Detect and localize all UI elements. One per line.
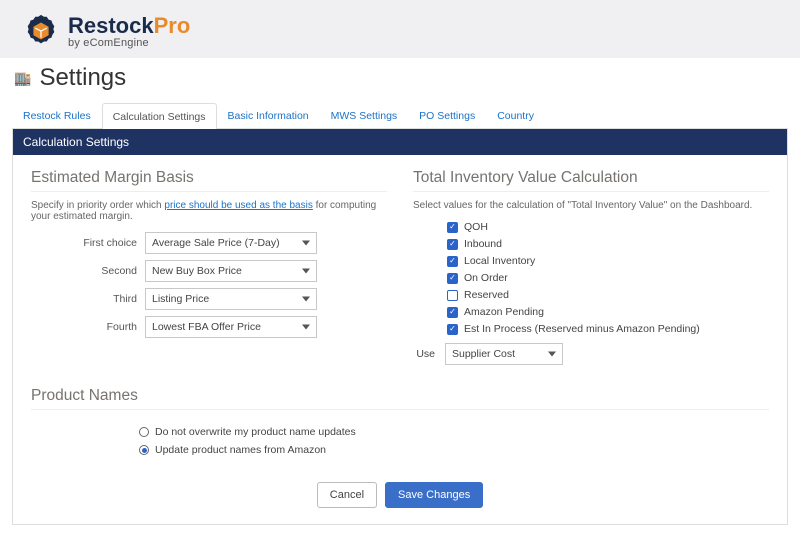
margin-help-link[interactable]: price should be used as the basis	[164, 200, 312, 211]
margin-label-2: Third	[31, 293, 137, 305]
tab-basic-information[interactable]: Basic Information	[217, 102, 320, 128]
margin-label-0: First choice	[31, 237, 137, 249]
page-title: Settings	[39, 64, 126, 92]
margin-select-3[interactable]: Lowest FBA Offer Price	[145, 316, 317, 338]
tab-country[interactable]: Country	[486, 102, 545, 128]
product-names-section: Product Names Do not overwrite my produc…	[31, 387, 769, 456]
cancel-button[interactable]: Cancel	[317, 482, 377, 508]
product-radio-1[interactable]	[139, 445, 149, 455]
tab-mws-settings[interactable]: MWS Settings	[320, 102, 409, 128]
inventory-help-text: Select values for the calculation of "To…	[413, 200, 769, 211]
inventory-check-2[interactable]	[447, 256, 458, 267]
margin-basis-column: Estimated Margin Basis Specify in priori…	[31, 169, 387, 365]
inventory-check-label-4: Reserved	[464, 289, 509, 301]
brand-name-1: Restock	[68, 13, 154, 38]
inventory-check-label-3: On Order	[464, 272, 508, 284]
inventory-check-5[interactable]	[447, 307, 458, 318]
inventory-check-1[interactable]	[447, 239, 458, 250]
gear-box-icon	[22, 12, 60, 50]
margin-label-1: Second	[31, 265, 137, 277]
use-select[interactable]: Supplier Cost	[445, 343, 563, 365]
inventory-check-label-6: Est In Process (Reserved minus Amazon Pe…	[464, 323, 700, 335]
tab-restock-rules[interactable]: Restock Rules	[12, 102, 102, 128]
inventory-check-label-1: Inbound	[464, 238, 502, 250]
margin-select-1[interactable]: New Buy Box Price	[145, 260, 317, 282]
tab-calculation-settings[interactable]: Calculation Settings	[102, 103, 217, 129]
inventory-check-0[interactable]	[447, 222, 458, 233]
product-radio-label-1: Update product names from Amazon	[155, 444, 326, 456]
margin-heading: Estimated Margin Basis	[31, 169, 387, 192]
margin-label-3: Fourth	[31, 321, 137, 333]
inventory-check-label-0: QOH	[464, 221, 488, 233]
margin-select-2[interactable]: Listing Price	[145, 288, 317, 310]
page-header: 🏬 Settings	[0, 58, 800, 102]
product-heading: Product Names	[31, 387, 769, 410]
tab-po-settings[interactable]: PO Settings	[408, 102, 486, 128]
inventory-check-label-2: Local Inventory	[464, 255, 535, 267]
inventory-check-4[interactable]	[447, 290, 458, 301]
top-bar: RestockPro by eComEngine	[0, 0, 800, 58]
inventory-check-6[interactable]	[447, 324, 458, 335]
margin-select-0[interactable]: Average Sale Price (7-Day)	[145, 232, 317, 254]
inventory-heading: Total Inventory Value Calculation	[413, 169, 769, 192]
store-icon: 🏬	[14, 70, 31, 87]
brand-logo: RestockPro by eComEngine	[22, 12, 778, 50]
inventory-value-column: Total Inventory Value Calculation Select…	[413, 169, 769, 365]
use-label: Use	[413, 348, 435, 360]
save-button[interactable]: Save Changes	[385, 482, 483, 508]
margin-help-text: Specify in priority order which price sh…	[31, 200, 387, 222]
inventory-check-3[interactable]	[447, 273, 458, 284]
settings-tabs: Restock RulesCalculation SettingsBasic I…	[0, 102, 800, 128]
calculation-settings-panel: Calculation Settings Estimated Margin Ba…	[12, 128, 788, 525]
brand-name-2: Pro	[154, 13, 191, 38]
panel-title: Calculation Settings	[13, 129, 787, 155]
product-radio-label-0: Do not overwrite my product name updates	[155, 426, 356, 438]
inventory-check-label-5: Amazon Pending	[464, 306, 544, 318]
form-actions: Cancel Save Changes	[31, 482, 769, 508]
product-radio-0[interactable]	[139, 427, 149, 437]
